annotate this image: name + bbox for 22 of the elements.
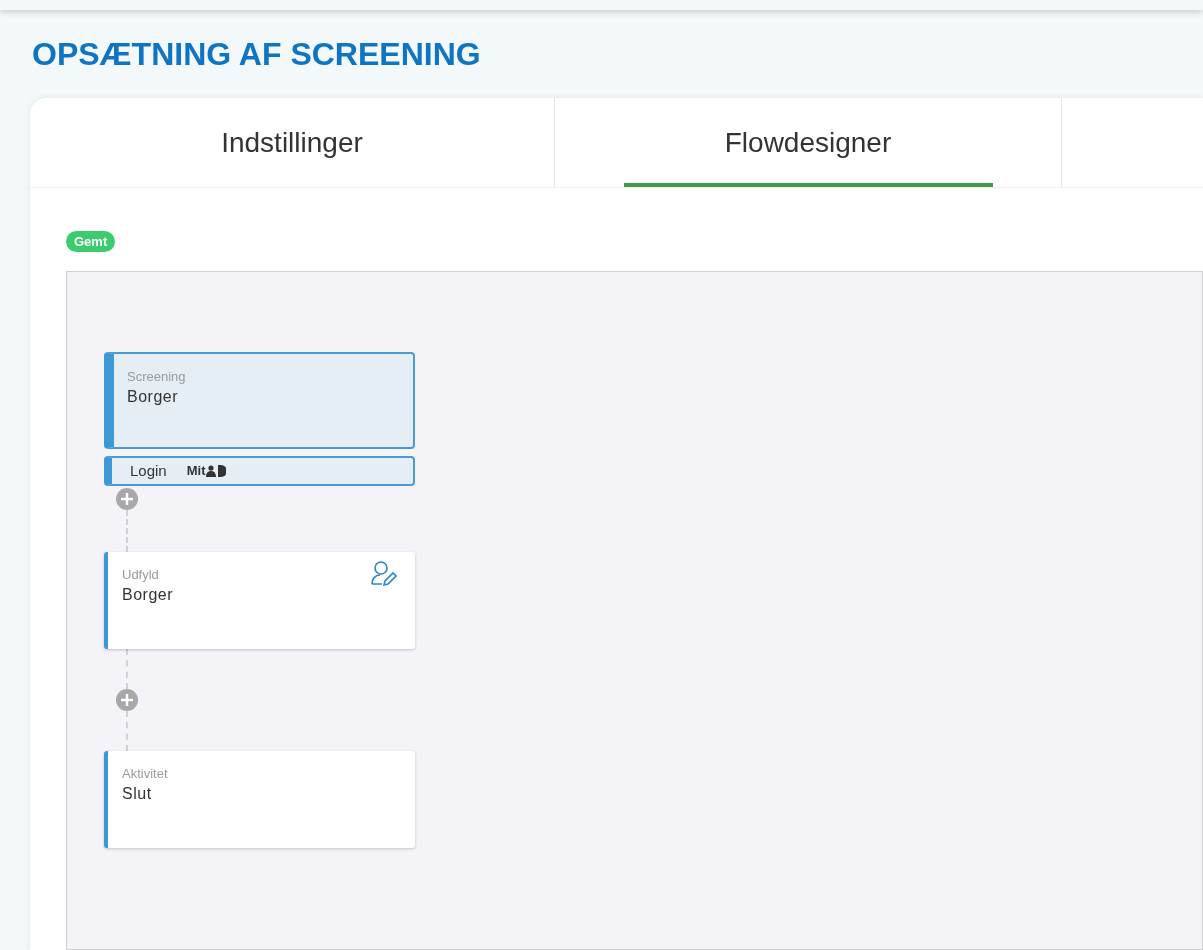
person-logo-icon (206, 465, 227, 477)
step-name: Borger (122, 585, 174, 605)
login-method-bar[interactable]: Login Mit (104, 456, 415, 486)
add-step-button[interactable] (116, 689, 138, 711)
login-label: Login (130, 460, 167, 481)
step-name: Borger (127, 387, 179, 407)
person-edit-icon (369, 560, 397, 588)
plus-icon (120, 492, 134, 506)
add-step-button[interactable] (116, 488, 138, 510)
page-title: OPSÆTNING AF SCREENING (32, 35, 482, 74)
step-type-label: Aktivitet (122, 765, 168, 783)
tab[interactable]: Indstillinger (30, 98, 555, 187)
step-type-label: Screening (127, 368, 186, 386)
flow-step-card[interactable]: Aktivitet Slut (104, 751, 415, 848)
plus-icon (120, 693, 134, 707)
tab[interactable]: Flowdesigner (555, 98, 1062, 187)
flow-step-card[interactable]: Screening Borger (104, 352, 415, 449)
provider-logo-text: Mit (186, 462, 206, 481)
saved-status-badge: Gemt (66, 231, 116, 252)
step-name: Slut (122, 784, 152, 804)
step-type-label: Udfyld (122, 566, 159, 584)
flow-step-card[interactable]: Udfyld Borger (104, 552, 415, 649)
